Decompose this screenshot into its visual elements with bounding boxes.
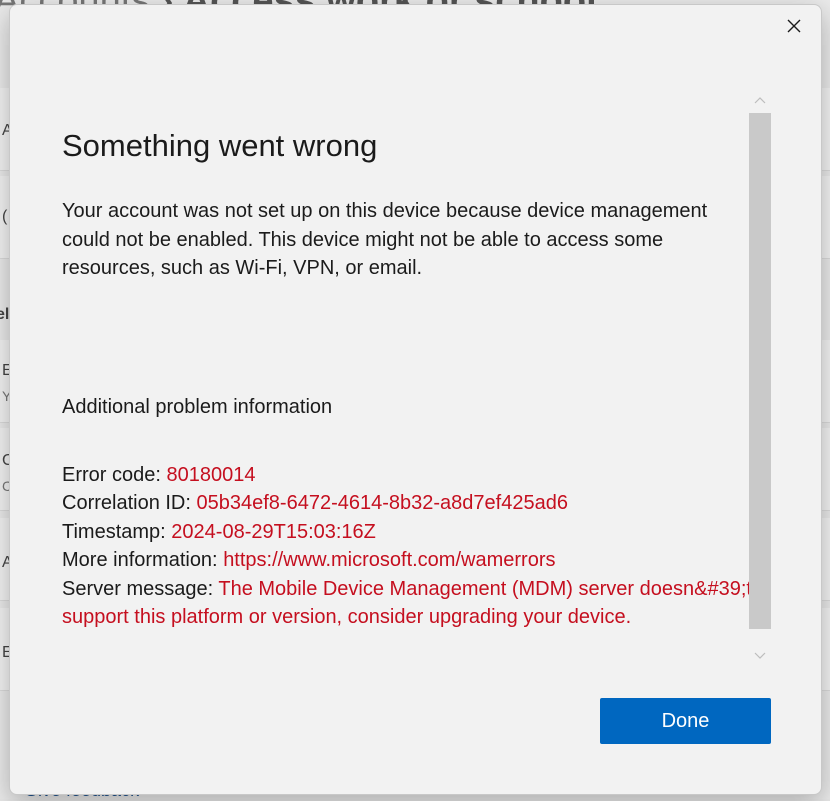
dialog-content: Something went wrong Your account was no… [62,125,752,632]
scrollbar[interactable] [748,89,772,667]
background-row-edge [822,428,830,511]
timestamp-value: 2024-08-29T15:03:16Z [171,520,376,543]
background-row-edge [822,88,830,171]
background-row-edge [822,340,830,423]
scrollbar-thumb[interactable] [749,113,771,629]
correlation-id-value: 05b34ef8-6472-4614-8b32-a8d7ef425ad6 [196,492,568,514]
chevron-down-icon [754,652,766,659]
close-button[interactable] [781,13,807,39]
close-icon [787,19,801,33]
server-message-label: Server message: [62,577,214,600]
background-row-label: el [0,306,10,323]
correlation-id-line: Correlation ID: 05b34ef8-6472-4614-8b32-… [62,489,752,518]
server-message-line: Server message: The Mobile Device Manage… [62,575,752,632]
timestamp-line: Timestamp: 2024-08-29T15:03:16Z [62,518,752,547]
error-code-label: Error code: [62,463,161,486]
scroll-up-button[interactable] [748,89,772,111]
correlation-id-label: Correlation ID: [62,492,191,514]
error-code-value: 80180014 [166,463,256,486]
error-code-line: Error code: 80180014 [62,461,752,490]
more-info-link[interactable]: https://www.microsoft.com/wamerrors [223,549,555,571]
additional-info-heading: Additional problem information [62,395,333,418]
dialog-message: Your account was not set up on this devi… [62,200,708,279]
done-button[interactable]: Done [600,698,771,744]
error-dialog: Something went wrong Your account was no… [9,4,822,795]
scroll-down-button[interactable] [748,645,772,667]
background-row-edge [822,176,830,259]
background-row-label: ( [2,208,8,225]
background-row-edge [822,608,830,691]
dialog-heading: Something went wrong [62,128,378,163]
more-info-label: More information: [62,549,218,571]
background-row-edge [822,518,830,601]
chevron-up-icon [754,97,766,104]
more-info-line: More information: https://www.microsoft.… [62,546,752,575]
problem-info: Error code: 80180014 Correlation ID: 05b… [62,461,752,632]
timestamp-label: Timestamp: [62,520,166,543]
